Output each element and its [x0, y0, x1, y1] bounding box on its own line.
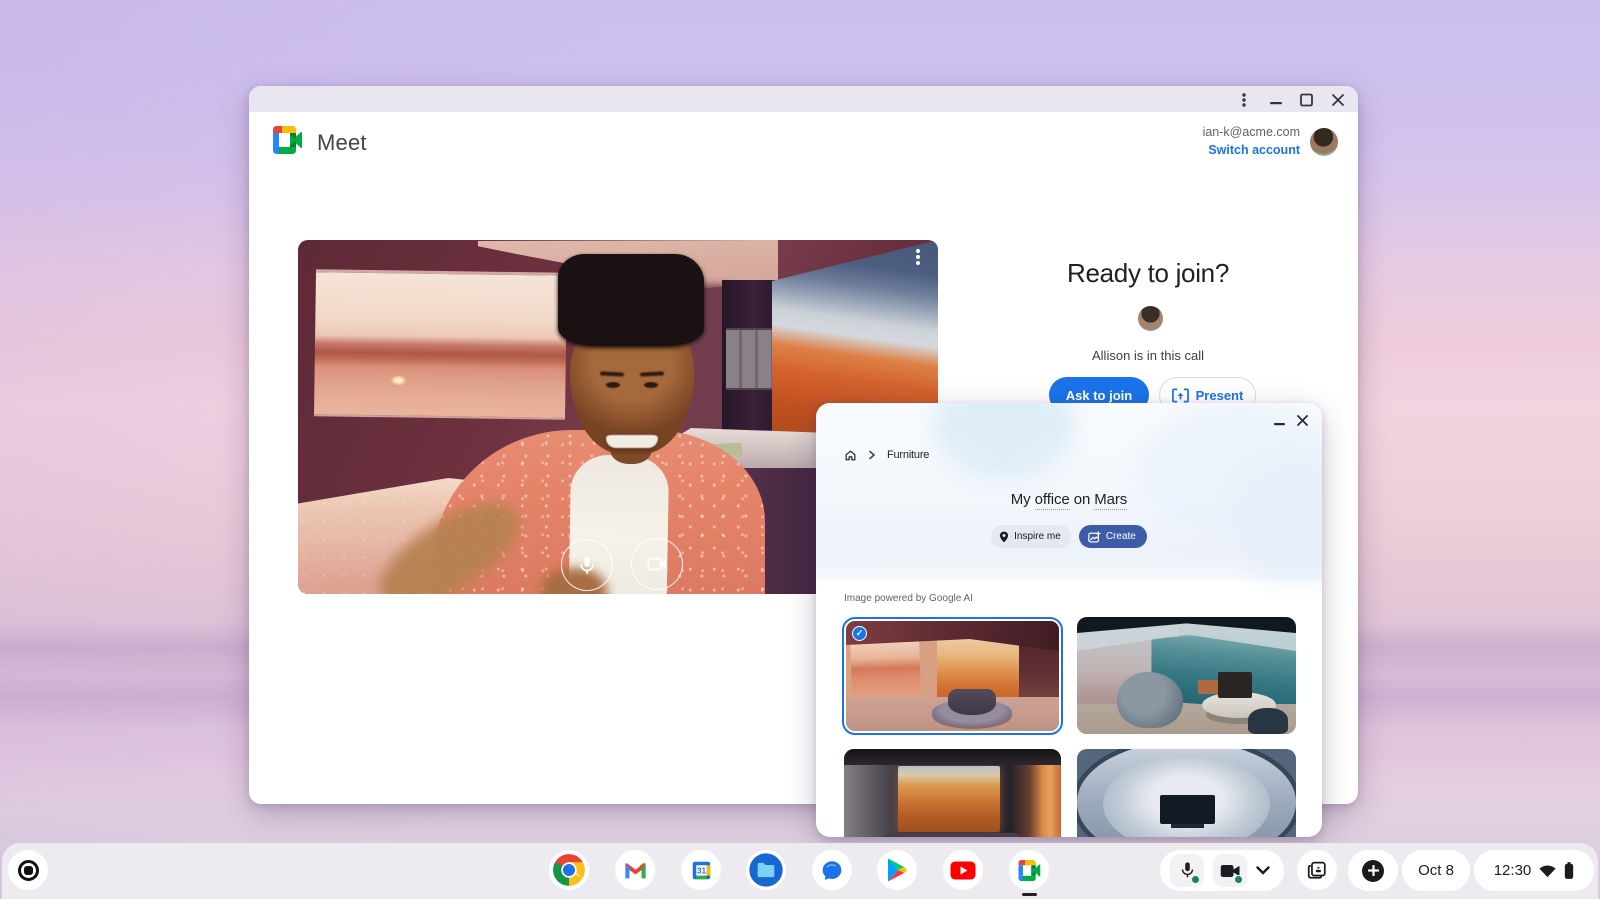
svg-text:31: 31: [696, 865, 706, 875]
